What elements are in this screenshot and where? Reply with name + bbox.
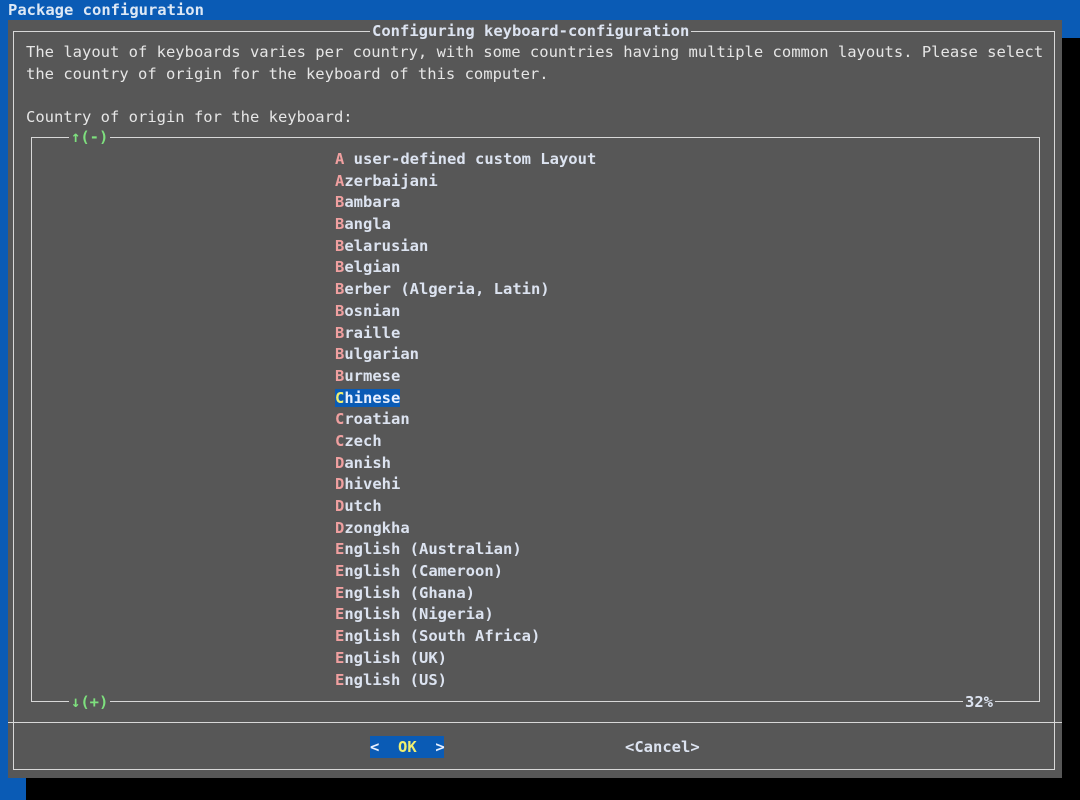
list-item-label: erber (Algeria, Latin) <box>344 280 550 299</box>
list-item-hotkey: C <box>335 410 345 429</box>
ok-label: OK <box>398 738 417 756</box>
list-item-label: urmese <box>344 366 401 385</box>
list-item[interactable]: A user-defined custom Layout <box>335 149 596 171</box>
list-item-label: elgian <box>344 258 401 277</box>
list-item-label: nglish (South Africa) <box>344 627 541 646</box>
dialog-shadow-right <box>1062 38 1080 800</box>
list-item-hotkey: A <box>335 150 345 168</box>
list-item[interactable]: Dhivehi <box>335 474 596 496</box>
list-item-label: user-defined custom Layout <box>344 150 597 168</box>
list-item-label: nglish (Ghana) <box>344 583 475 602</box>
list-item[interactable]: Bulgarian <box>335 344 596 366</box>
list-item[interactable]: Croatian <box>335 409 596 431</box>
list-item[interactable]: Burmese <box>335 366 596 388</box>
list-item-label: anish <box>344 453 392 472</box>
list-item-label: nglish (UK) <box>344 648 447 667</box>
list-item-label: hinese <box>344 388 401 407</box>
list-item-hotkey: D <box>335 497 345 515</box>
terminal-screen: Package configuration Configuring keyboa… <box>0 0 1080 800</box>
ok-left-bracket: < <box>370 738 380 756</box>
scroll-up-indicator[interactable]: ↑(-) <box>69 128 111 146</box>
list-item[interactable]: Belgian <box>335 257 596 279</box>
list-item-label: roatian <box>344 410 410 429</box>
list-item[interactable]: Danish <box>335 453 596 475</box>
list-item[interactable]: English (US) <box>335 670 596 692</box>
list-item-hotkey: D <box>335 518 345 537</box>
list-item[interactable]: Bangla <box>335 214 596 236</box>
list-item-hotkey: B <box>335 366 345 385</box>
list-item-label: ambara <box>344 193 401 212</box>
list-item[interactable]: Belarusian <box>335 236 596 258</box>
list-item[interactable]: Dutch <box>335 496 596 518</box>
list-item-hotkey: E <box>335 648 345 667</box>
list-item[interactable]: English (Ghana) <box>335 583 596 605</box>
list-item-hotkey: D <box>335 475 345 494</box>
list-item-hotkey: E <box>335 627 345 646</box>
country-listbox[interactable]: ↑(-) A user-defined custom Layout Azerbai… <box>31 128 1040 711</box>
list-item-hotkey: E <box>335 583 345 602</box>
list-item-hotkey: B <box>335 301 345 320</box>
list-item-hotkey: B <box>335 323 345 342</box>
list-item-hotkey: B <box>335 215 345 234</box>
list-item[interactable]: Bosnian <box>335 301 596 323</box>
list-item[interactable]: Azerbaijani <box>335 171 596 193</box>
list-item[interactable]: Braille <box>335 323 596 345</box>
list-item-label: zech <box>344 431 382 450</box>
list-item-label: nglish (Cameroon) <box>344 562 503 581</box>
country-list: A user-defined custom Layout Azerbaijani B… <box>335 149 596 691</box>
ok-button[interactable]: < OK > <box>370 736 445 758</box>
list-item-label: nglish (Nigeria) <box>344 605 494 624</box>
scroll-down-indicator[interactable]: ↓(+) <box>69 693 111 711</box>
dialog-window: Configuring keyboard-configuration The l… <box>8 20 1062 778</box>
list-item-label: raille <box>344 323 401 342</box>
list-item[interactable]: English (UK) <box>335 648 596 670</box>
list-item[interactable]: English (Cameroon) <box>335 561 596 583</box>
list-item-label: ulgarian <box>344 345 419 364</box>
list-item[interactable]: Berber (Algeria, Latin) <box>335 279 596 301</box>
list-item-hotkey: A <box>335 171 345 190</box>
list-item-hotkey: B <box>335 280 345 299</box>
list-item-label: elarusian <box>344 236 429 255</box>
list-item-hotkey: D <box>335 453 345 472</box>
list-item-label: zongkha <box>344 518 410 537</box>
list-item-hotkey: B <box>335 258 345 277</box>
list-item-label: angla <box>344 215 392 234</box>
list-item-label: zerbaijani <box>344 171 438 190</box>
dialog-title: Configuring keyboard-configuration <box>370 21 692 41</box>
list-item[interactable]: Czech <box>335 431 596 453</box>
dialog-message-line-1: The layout of keyboards varies per count… <box>26 43 1044 61</box>
list-item-hotkey: B <box>335 193 345 212</box>
list-item[interactable]: Chinese <box>335 388 596 410</box>
list-item-hotkey: E <box>335 605 345 624</box>
list-item-label: hivehi <box>344 475 401 494</box>
list-item-hotkey: C <box>335 388 345 407</box>
list-prompt: Country of origin for the keyboard: <box>26 108 353 126</box>
list-item-label: utch <box>344 497 382 515</box>
list-item-hotkey: B <box>335 345 345 364</box>
list-item-hotkey: E <box>335 670 345 689</box>
ok-right-bracket: > <box>435 738 445 756</box>
cancel-button[interactable]: <Cancel> <box>625 736 700 758</box>
list-item[interactable]: English (South Africa) <box>335 626 596 648</box>
list-item[interactable]: English (Australian) <box>335 539 596 561</box>
list-item-hotkey: B <box>335 236 345 255</box>
list-item-label: nglish (US) <box>344 670 447 689</box>
list-item-label: osnian <box>344 301 401 320</box>
list-item-hotkey: E <box>335 562 345 581</box>
list-item[interactable]: Bambara <box>335 192 596 214</box>
list-item[interactable]: English (Nigeria) <box>335 604 596 626</box>
list-item-label: nglish (Australian) <box>344 540 522 559</box>
list-item[interactable]: Dzongkha <box>335 518 596 540</box>
dialog-shadow-bottom <box>26 778 1080 800</box>
list-item-hotkey: C <box>335 431 345 450</box>
button-divider <box>8 722 1062 723</box>
scroll-percent: 32% <box>963 693 995 711</box>
backtitle: Package configuration <box>8 1 204 19</box>
dialog-message-line-2: the country of origin for the keyboard o… <box>26 65 549 83</box>
list-item-hotkey: E <box>335 540 345 559</box>
